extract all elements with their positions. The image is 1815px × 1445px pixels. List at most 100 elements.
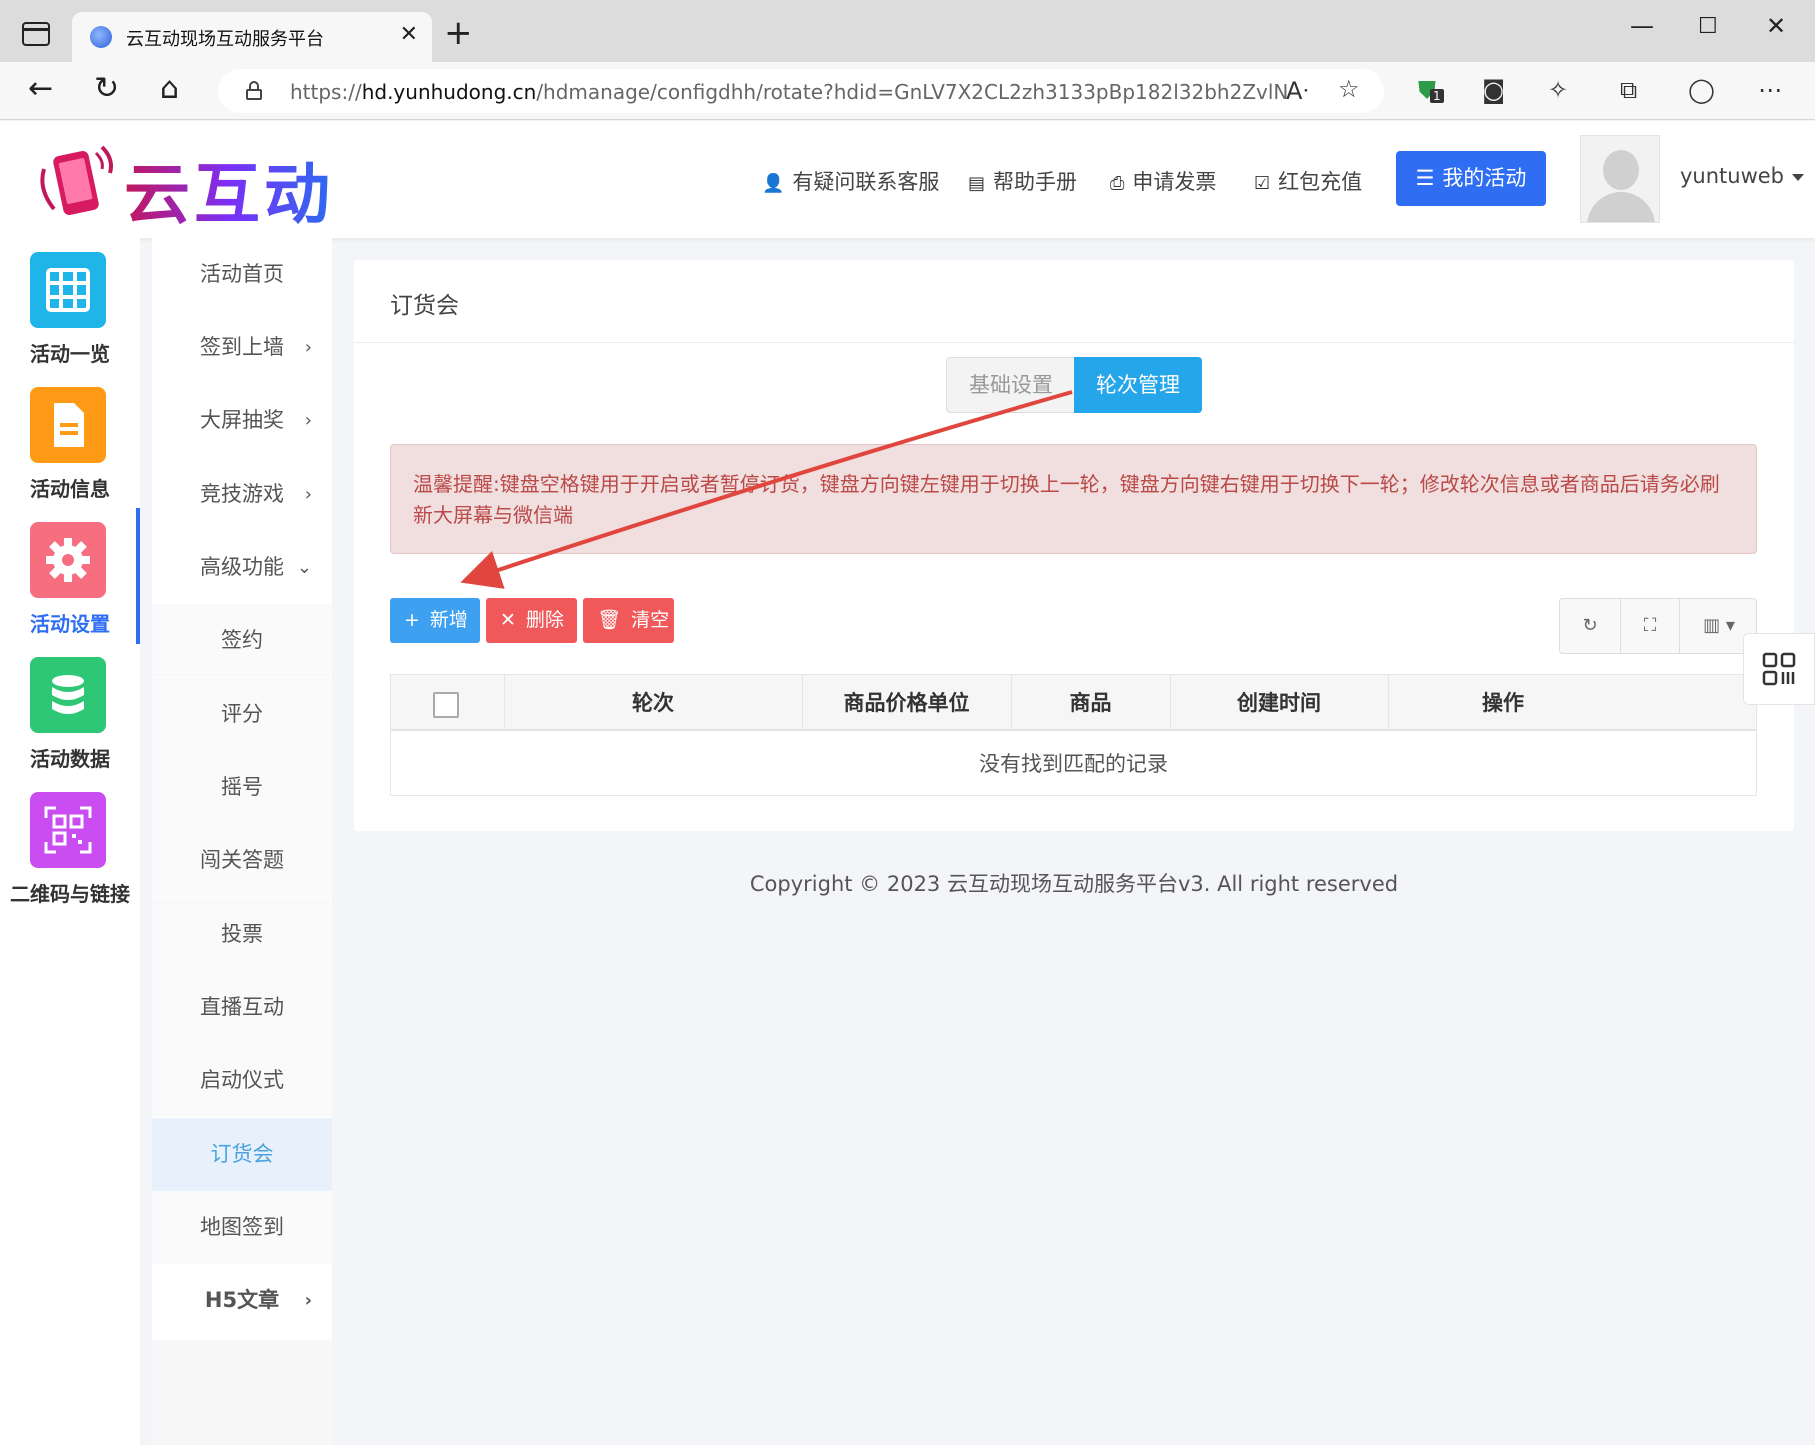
lock-icon[interactable] xyxy=(246,81,262,100)
grid-icon xyxy=(30,252,106,328)
my-activity-button[interactable]: ☰ 我的活动 xyxy=(1396,151,1546,206)
menu-vote[interactable]: 投票 xyxy=(152,898,332,971)
add-button[interactable]: + 新增 xyxy=(390,598,480,643)
sub-menu-footer xyxy=(152,1340,332,1445)
user-plus-icon: 👤 xyxy=(762,173,785,194)
caret-down-icon xyxy=(1792,173,1805,181)
empty-message: 没有找到匹配的记录 xyxy=(979,752,1168,776)
menu-map-checkin[interactable]: 地图签到 xyxy=(152,1191,332,1264)
url-text: https://hd.yunhudong.cn/hdmanage/configd… xyxy=(290,80,1289,104)
table-header: 轮次 商品价格单位 商品 创建时间 操作 xyxy=(391,675,1756,731)
document-icon xyxy=(30,387,106,463)
col-price-unit[interactable]: 商品价格单位 xyxy=(802,675,1011,731)
icon-sidebar: 活动一览 活动信息 活动设置 活动数据 二维码与链接 xyxy=(0,238,140,1445)
divider xyxy=(354,342,1794,343)
select-all-checkbox[interactable] xyxy=(433,692,459,718)
home-icon[interactable]: ⌂ xyxy=(160,74,179,104)
menu-competitive-games[interactable]: 竞技游戏 › xyxy=(152,458,332,531)
contact-support-link[interactable]: 👤 有疑问联系客服 xyxy=(762,166,939,196)
menu-advanced-features[interactable]: 高级功能 ⌄ xyxy=(152,531,332,604)
nav-qrcode-links[interactable]: 二维码与链接 xyxy=(0,778,140,914)
page-title: 订货会 xyxy=(390,293,459,319)
menu-checkin-wall[interactable]: 签到上墙 › xyxy=(152,311,332,384)
read-aloud-icon[interactable]: Aᐧ xyxy=(1286,79,1309,103)
database-icon xyxy=(30,657,106,733)
nav-activity-data[interactable]: 活动数据 xyxy=(0,643,140,779)
sidebar-toggle-icon[interactable] xyxy=(22,22,50,46)
menu-live-interaction[interactable]: 直播互动 xyxy=(152,971,332,1044)
logo-phone-icon xyxy=(40,145,113,215)
more-menu-icon[interactable]: ⋯ xyxy=(1758,78,1782,102)
address-bar-row: ← ↻ ⌂ https://hd.yunhudong.cn/hdmanage/c… xyxy=(0,62,1815,120)
fullscreen-icon[interactable]: ⛶ xyxy=(1621,599,1679,653)
menu-h5-article[interactable]: H5文章 › xyxy=(152,1264,332,1337)
site-header: 云互动 👤 有疑问联系客服 ▤ 帮助手册 ⎙ 申请发票 ☑ 红包充值 ☰ 我的活动 yun… xyxy=(0,121,1815,238)
warning-alert: 温馨提醒:键盘空格键用于开启或者暂停订货，键盘方向键左键用于切换上一轮，键盘方向… xyxy=(390,444,1757,554)
delete-button[interactable]: ✕ 删除 xyxy=(486,598,577,643)
tab-close-icon[interactable]: ✕ xyxy=(400,22,418,47)
clear-button[interactable]: 🗑 清空 xyxy=(583,598,674,643)
favorite-add-icon[interactable]: ☆ xyxy=(1338,77,1360,101)
chevron-right-icon: › xyxy=(304,337,312,358)
tab-favicon-icon xyxy=(90,26,112,48)
shield-check-icon: ☑ xyxy=(1254,173,1271,194)
table-tools: ↻ ⛶ ▥ ▾ xyxy=(1559,598,1757,654)
new-tab-icon[interactable]: + xyxy=(444,16,473,50)
menu-lucky-number[interactable]: 摇号 xyxy=(152,751,332,824)
nav-activity-settings[interactable]: 活动设置 xyxy=(0,508,140,644)
qrcode-icon xyxy=(1762,652,1796,686)
back-icon[interactable]: ← xyxy=(28,74,53,104)
refresh-icon[interactable]: ↻ xyxy=(94,74,119,104)
nav-activity-info[interactable]: 活动信息 xyxy=(0,373,140,509)
url-input[interactable]: https://hd.yunhudong.cn/hdmanage/configd… xyxy=(218,69,1384,113)
menu-activity-home[interactable]: 活动首页 xyxy=(152,238,332,311)
window-close-icon[interactable]: ✕ xyxy=(1766,12,1786,40)
floating-qrcode-button[interactable] xyxy=(1743,633,1815,705)
profile-icon[interactable]: ◯ xyxy=(1688,78,1715,102)
nav-activity-list[interactable]: 活动一览 xyxy=(0,238,140,374)
main-panel: 订货会 基础设置 轮次管理 温馨提醒:键盘空格键用于开启或者暂停订货，键盘方向键… xyxy=(354,260,1794,831)
avatar[interactable] xyxy=(1580,135,1660,223)
trash-icon: 🗑 xyxy=(597,609,622,631)
menu-rating[interactable]: 评分 xyxy=(152,678,332,751)
copyright-footer: Copyright © 2023 云互动现场互动服务平台v3. All righ… xyxy=(749,872,1399,896)
browser-tab[interactable]: 云互动现场互动服务平台 ✕ xyxy=(72,12,432,62)
tab-title: 云互动现场互动服务平台 xyxy=(126,29,324,50)
refresh-table-icon[interactable]: ↻ xyxy=(1560,599,1620,653)
x-icon: ✕ xyxy=(500,609,516,631)
printer-icon: ⎙ xyxy=(1110,173,1125,194)
extensions-icon[interactable]: ✧ xyxy=(1548,78,1568,102)
username-dropdown[interactable]: yuntuweb xyxy=(1680,164,1805,188)
col-created-time[interactable]: 创建时间 xyxy=(1170,675,1388,731)
help-manual-link[interactable]: ▤ 帮助手册 xyxy=(968,166,1077,196)
tab-basic-settings[interactable]: 基础设置 xyxy=(946,357,1076,413)
col-product[interactable]: 商品 xyxy=(1011,675,1170,731)
qrcode-icon xyxy=(30,792,106,868)
collections-icon[interactable]: ⧉ xyxy=(1620,78,1637,102)
recharge-link[interactable]: ☑ 红包充值 xyxy=(1254,166,1362,196)
minimize-icon[interactable]: — xyxy=(1630,12,1654,40)
browser-tab-bar: 云互动现场互动服务平台 ✕ + — ☐ ✕ xyxy=(0,0,1815,62)
maximize-icon[interactable]: ☐ xyxy=(1698,14,1718,39)
reader-extension-icon[interactable]: ◙ xyxy=(1482,78,1505,102)
chevron-right-icon: › xyxy=(304,1290,312,1311)
logo-text[interactable]: 云互动 xyxy=(124,141,334,237)
list-icon: ☰ xyxy=(1415,166,1435,190)
menu-screen-lottery[interactable]: 大屏抽奖 › xyxy=(152,384,332,457)
gear-icon xyxy=(30,522,106,598)
sub-menu: 活动首页 签到上墙 › 大屏抽奖 › 竞技游戏 › 高级功能 ⌄ 签约 评分 摇号 闯关… xyxy=(152,238,332,1340)
invoice-link[interactable]: ⎙ 申请发票 xyxy=(1110,166,1216,196)
col-actions: 操作 xyxy=(1482,691,1524,715)
shield-extension-icon[interactable]: ⛊1 xyxy=(1418,78,1444,103)
menu-contract[interactable]: 签约 xyxy=(152,604,332,677)
chevron-right-icon: › xyxy=(304,484,312,505)
menu-launch-ceremony[interactable]: 启动仪式 xyxy=(152,1044,332,1117)
col-round[interactable]: 轮次 xyxy=(504,675,802,731)
menu-quiz[interactable]: 闯关答题 xyxy=(152,824,332,897)
tab-round-management[interactable]: 轮次管理 xyxy=(1074,357,1202,413)
plus-icon: + xyxy=(404,609,420,631)
chevron-right-icon: › xyxy=(304,410,312,431)
menu-order-meeting[interactable]: 订货会 xyxy=(152,1118,332,1191)
chevron-down-icon: ⌄ xyxy=(296,557,312,578)
book-icon: ▤ xyxy=(968,173,986,194)
